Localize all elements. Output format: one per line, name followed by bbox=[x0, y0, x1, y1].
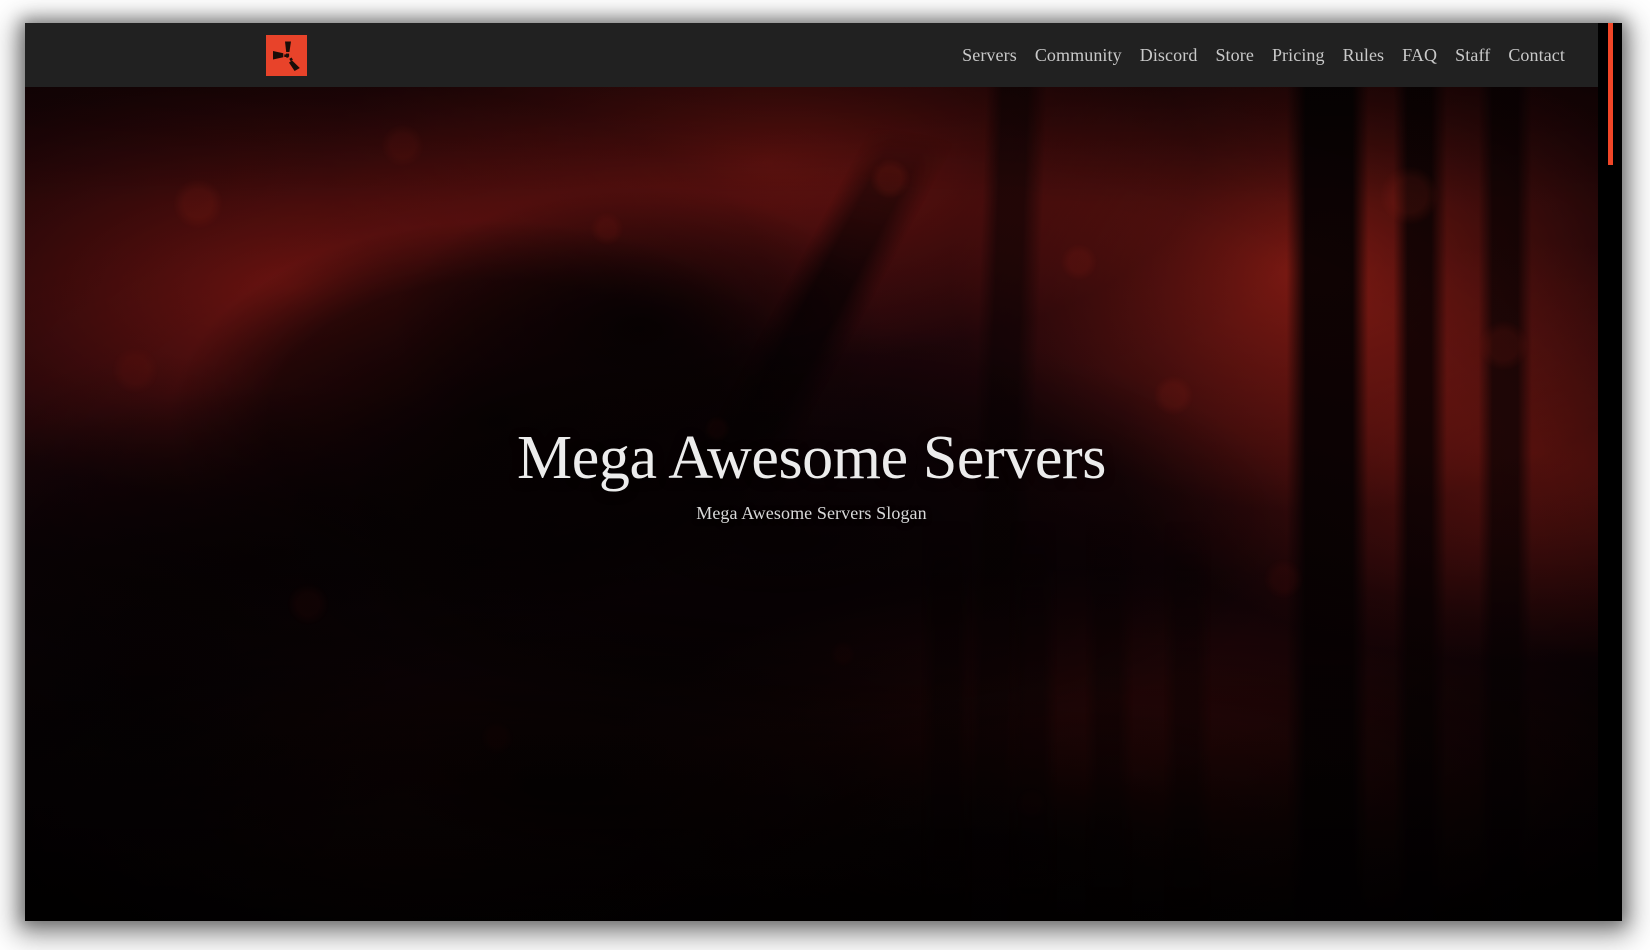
hero-content: Mega Awesome Servers Mega Awesome Server… bbox=[25, 87, 1598, 921]
nav-item-faq[interactable]: FAQ bbox=[1393, 23, 1446, 87]
vertical-scrollbar-thumb[interactable] bbox=[1608, 23, 1613, 165]
hero-section: Mega Awesome Servers Mega Awesome Server… bbox=[25, 87, 1598, 921]
site-header: Servers Community Discord Store Pricing … bbox=[25, 23, 1598, 87]
nav-item-community[interactable]: Community bbox=[1026, 23, 1131, 87]
nav-item-store[interactable]: Store bbox=[1206, 23, 1263, 87]
browser-viewport: Servers Community Discord Store Pricing … bbox=[25, 23, 1622, 921]
vertical-scrollbar-track[interactable] bbox=[1598, 23, 1622, 921]
brand-logo-link[interactable] bbox=[266, 35, 307, 76]
nav-item-rules[interactable]: Rules bbox=[1334, 23, 1394, 87]
nav-item-contact[interactable]: Contact bbox=[1499, 23, 1574, 87]
hero-subtitle: Mega Awesome Servers Slogan bbox=[696, 502, 927, 523]
hero-title: Mega Awesome Servers bbox=[517, 424, 1106, 493]
nav-item-pricing[interactable]: Pricing bbox=[1263, 23, 1334, 87]
nav-item-servers[interactable]: Servers bbox=[953, 23, 1026, 87]
nav-item-discord[interactable]: Discord bbox=[1131, 23, 1207, 87]
nav-item-staff[interactable]: Staff bbox=[1446, 23, 1499, 87]
pinwheel-blades-icon bbox=[266, 35, 307, 76]
main-navigation: Servers Community Discord Store Pricing … bbox=[953, 23, 1574, 87]
